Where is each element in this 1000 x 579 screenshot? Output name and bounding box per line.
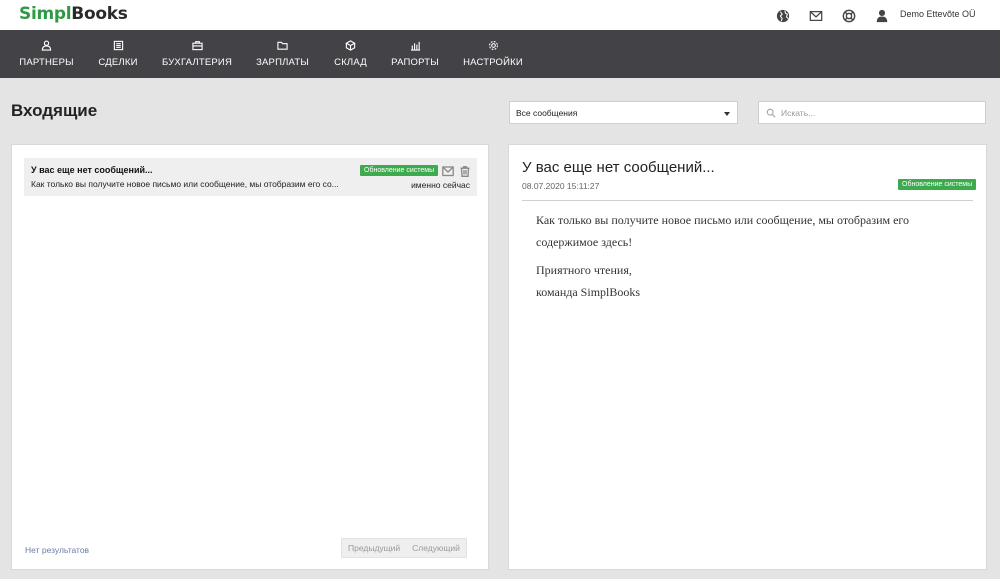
accounting-icon <box>191 41 203 51</box>
pagination: Предыдущий Следующий <box>341 538 467 558</box>
globe-icon[interactable] <box>774 7 791 24</box>
trash-icon[interactable] <box>460 164 470 177</box>
message-row[interactable]: У вас еще нет сообщений... Как только вы… <box>24 158 477 196</box>
main-nav: ПАРТНЕРЫ СДЕЛКИ БУХГАЛТЕРИЯ ЗАРПЛАТЫ СКЛ… <box>0 30 1000 78</box>
detail-body: Как только вы получите новое письмо или … <box>536 209 956 309</box>
partners-icon <box>41 40 52 51</box>
header-icons <box>774 7 890 24</box>
nav-item-warehouse[interactable]: СКЛАД <box>334 30 367 78</box>
nav-item-deals[interactable]: СДЕЛКИ <box>98 30 137 78</box>
nav-item-reports[interactable]: РАПОРТЫ <box>391 30 439 78</box>
body-signoff: Приятного чтения, команда SimplBooks <box>536 263 641 299</box>
search-input[interactable] <box>781 106 981 120</box>
caret-down-icon <box>724 112 730 116</box>
lifebuoy-icon[interactable] <box>840 7 857 24</box>
mail-icon[interactable] <box>807 7 824 24</box>
message-preview: Как только вы получите новое письмо или … <box>31 179 339 189</box>
reports-icon <box>410 41 420 51</box>
app-logo[interactable]: SimplBooks <box>19 4 128 24</box>
deals-icon <box>113 40 123 51</box>
message-filter-select[interactable]: Все сообщения <box>509 101 738 124</box>
warehouse-icon <box>345 40 356 51</box>
message-time: именно сейчас <box>411 180 470 190</box>
status-badge: Обновление системы <box>898 179 977 190</box>
nav-item-accounting[interactable]: БУХГАЛТЕРИЯ <box>162 30 232 78</box>
settings-icon <box>488 41 498 50</box>
next-button[interactable]: Следующий <box>406 539 466 557</box>
page-title: Входящие <box>11 101 98 120</box>
search-icon <box>766 108 776 118</box>
mail-icon[interactable] <box>442 164 454 177</box>
detail-date: 08.07.2020 15:11:27 <box>522 181 600 191</box>
nav-item-settings[interactable]: НАСТРОЙКИ <box>463 30 523 78</box>
top-bar: SimplBooks Demo Ettevõte OÜ <box>0 0 1000 30</box>
user-icon[interactable] <box>873 7 890 24</box>
previous-button[interactable]: Предыдущий <box>342 539 406 557</box>
nav-item-partners[interactable]: ПАРТНЕРЫ <box>19 30 74 78</box>
search-box[interactable] <box>758 101 986 124</box>
nav-item-salaries[interactable]: ЗАРПЛАТЫ <box>256 30 309 78</box>
message-detail-panel: У вас еще нет сообщений... 08.07.2020 15… <box>508 144 987 570</box>
status-badge: Обновление системы <box>360 165 439 176</box>
filter-selected-value: Все сообщения <box>516 108 578 118</box>
folder-icon <box>277 41 288 50</box>
message-list-panel: У вас еще нет сообщений... Как только вы… <box>11 144 489 570</box>
message-subject: У вас еще нет сообщений... <box>31 165 153 175</box>
no-results-text: Нет результатов <box>25 545 90 555</box>
divider <box>522 200 973 201</box>
company-name[interactable]: Demo Ettevõte OÜ <box>900 9 976 19</box>
detail-title: У вас еще нет сообщений... <box>522 159 715 176</box>
body-paragraph: Как только вы получите новое письмо или … <box>536 213 910 249</box>
